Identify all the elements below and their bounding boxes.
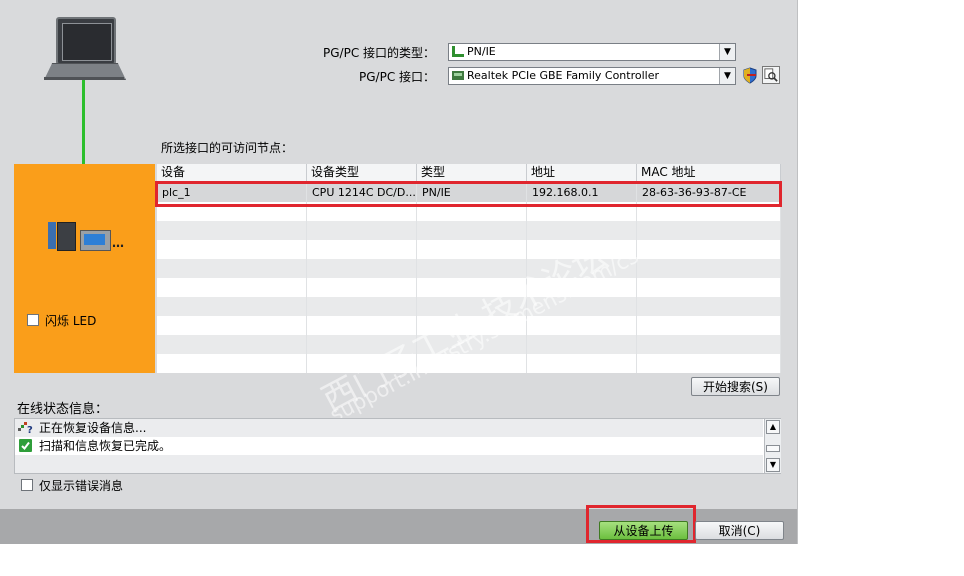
upload-dialog: PG/PC 接口的类型： PN/IE ▼ PG/PC 接口： Realtek P… bbox=[0, 0, 797, 544]
interface-dropdown[interactable]: Realtek PCIe GBE Family Controller ▼ bbox=[448, 67, 736, 85]
chevron-down-icon[interactable]: ▼ bbox=[719, 68, 735, 84]
upload-button-highlight bbox=[586, 505, 696, 543]
selected-device-highlight bbox=[155, 181, 782, 207]
target-device-panel: … 闪烁 LED bbox=[14, 164, 155, 373]
column-header-type[interactable]: 类型 bbox=[417, 164, 527, 181]
laptop-icon bbox=[56, 17, 116, 65]
scroll-thumb[interactable] bbox=[766, 445, 780, 452]
empty-table-row bbox=[157, 240, 781, 259]
search-progress-icon: ? bbox=[18, 422, 33, 435]
empty-table-row bbox=[157, 221, 781, 240]
online-status-label: 在线状态信息： bbox=[17, 402, 109, 417]
errors-only-checkbox[interactable] bbox=[21, 479, 33, 491]
interface-properties-button[interactable] bbox=[762, 66, 780, 84]
online-status-list: ? 正在恢复设备信息... 扫描和信息恢复已完成。 ▲ ▼ bbox=[14, 418, 781, 474]
errors-only-label: 仅显示错误消息 bbox=[39, 479, 124, 493]
table-header: 设备 设备类型 类型 地址 MAC 地址 bbox=[157, 164, 781, 182]
plc-icon bbox=[48, 222, 56, 249]
svg-text:?: ? bbox=[27, 425, 33, 435]
column-header-device-type[interactable]: 设备类型 bbox=[307, 164, 417, 181]
status-message: 扫描和信息恢复已完成。 bbox=[15, 437, 763, 455]
column-header-address[interactable]: 地址 bbox=[527, 164, 637, 181]
column-header-mac[interactable]: MAC 地址 bbox=[637, 164, 781, 181]
start-search-button[interactable]: 开始搜索(S) bbox=[691, 377, 780, 396]
status-scrollbar[interactable]: ▲ ▼ bbox=[764, 419, 781, 473]
interface-type-value: PN/IE bbox=[467, 45, 496, 58]
interface-type-dropdown[interactable]: PN/IE ▼ bbox=[448, 43, 736, 61]
checkmark-icon bbox=[19, 439, 32, 452]
status-message-text: 扫描和信息恢复已完成。 bbox=[39, 439, 172, 453]
magnifier-icon bbox=[764, 68, 778, 82]
shield-icon[interactable] bbox=[742, 67, 758, 84]
accessible-nodes-label: 所选接口的可访问节点： bbox=[161, 141, 294, 155]
column-header-device[interactable]: 设备 bbox=[157, 164, 307, 181]
empty-table-row bbox=[157, 335, 781, 354]
chevron-down-icon[interactable]: ▼ bbox=[719, 44, 735, 60]
interface-label: PG/PC 接口： bbox=[359, 70, 436, 84]
plc-body bbox=[57, 222, 76, 251]
flash-led-label: 闪烁 LED bbox=[45, 314, 97, 328]
network-card-icon bbox=[452, 71, 464, 80]
scroll-up-button[interactable]: ▲ bbox=[766, 420, 780, 434]
hmi-icon bbox=[80, 230, 111, 251]
empty-table-row bbox=[157, 354, 781, 373]
empty-table-row bbox=[157, 316, 781, 335]
interface-type-label: PG/PC 接口的类型： bbox=[323, 46, 436, 60]
interface-value: Realtek PCIe GBE Family Controller bbox=[467, 69, 660, 82]
flash-led-checkbox[interactable] bbox=[27, 314, 39, 326]
scroll-down-button[interactable]: ▼ bbox=[766, 458, 780, 472]
status-message: ? 正在恢复设备信息... bbox=[15, 419, 763, 437]
status-message-text: 正在恢复设备信息... bbox=[39, 421, 147, 435]
empty-table-row bbox=[157, 259, 781, 278]
empty-table-row bbox=[157, 278, 781, 297]
ethernet-icon bbox=[452, 46, 464, 57]
cancel-button[interactable]: 取消(C) bbox=[695, 521, 784, 540]
empty-table-row bbox=[157, 297, 781, 316]
more-devices-icon: … bbox=[112, 236, 124, 250]
